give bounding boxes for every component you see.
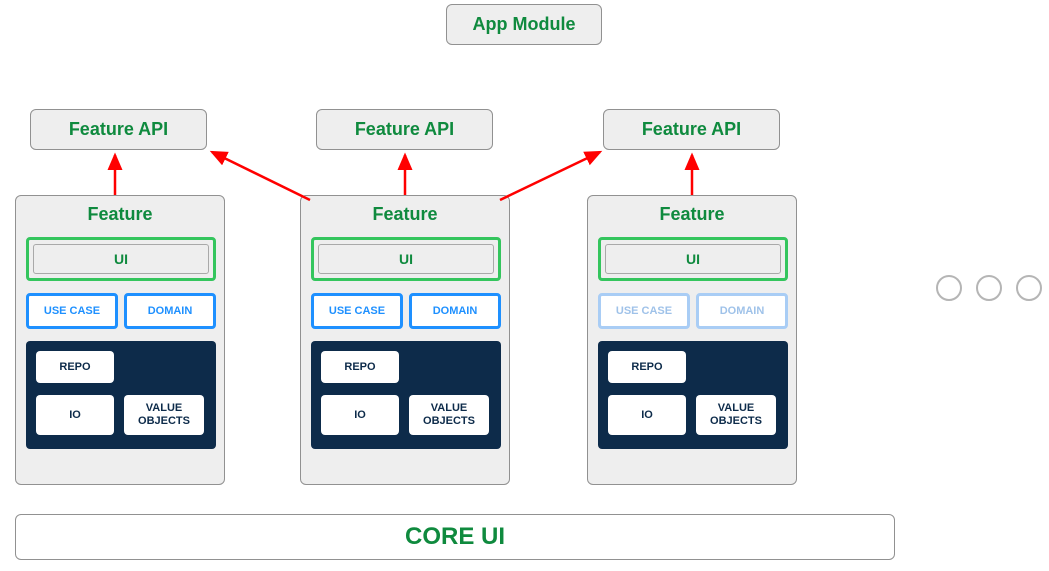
use-case-chip-3: USE CASE <box>598 293 690 329</box>
ui-label-1: UI <box>33 244 209 274</box>
vo-text-2: VALUE OBJECTS <box>423 402 475 427</box>
core-ui-label: CORE UI <box>405 523 505 551</box>
feature-api-label-1: Feature API <box>69 119 168 140</box>
vo-text-1: VALUE OBJECTS <box>138 402 190 427</box>
use-case-chip-2: USE CASE <box>311 293 403 329</box>
app-module-box: App Module <box>446 4 602 45</box>
mid-row-1: USE CASE DOMAIN <box>26 293 216 329</box>
ellipsis-dot-2 <box>976 275 1002 301</box>
feature-title-3: Feature <box>588 204 796 225</box>
domain-chip-3: DOMAIN <box>696 293 788 329</box>
feature-block-1: Feature UI USE CASE DOMAIN REPO IO VALUE… <box>15 195 225 485</box>
feature-api-box-3: Feature API <box>603 109 780 150</box>
data-layer-1: REPO IO VALUE OBJECTS <box>26 341 216 449</box>
ui-label-3: UI <box>605 244 781 274</box>
ui-layer-2: UI <box>311 237 501 281</box>
app-module-label: App Module <box>473 14 576 35</box>
ui-layer-1: UI <box>26 237 216 281</box>
value-objects-chip-3: VALUE OBJECTS <box>696 395 776 435</box>
value-objects-chip-2: VALUE OBJECTS <box>409 395 489 435</box>
domain-chip-2: DOMAIN <box>409 293 501 329</box>
core-ui-box: CORE UI <box>15 514 895 560</box>
mid-row-2: USE CASE DOMAIN <box>311 293 501 329</box>
repo-chip-1: REPO <box>36 351 114 383</box>
feature-block-2: Feature UI USE CASE DOMAIN REPO IO VALUE… <box>300 195 510 485</box>
ui-label-2: UI <box>318 244 494 274</box>
data-layer-3: REPO IO VALUE OBJECTS <box>598 341 788 449</box>
data-layer-2: REPO IO VALUE OBJECTS <box>311 341 501 449</box>
ellipsis-dot-1 <box>936 275 962 301</box>
feature-title-1: Feature <box>16 204 224 225</box>
feature-api-box-1: Feature API <box>30 109 207 150</box>
feature-api-label-2: Feature API <box>355 119 454 140</box>
use-case-chip-1: USE CASE <box>26 293 118 329</box>
domain-chip-1: DOMAIN <box>124 293 216 329</box>
io-chip-1: IO <box>36 395 114 435</box>
io-chip-3: IO <box>608 395 686 435</box>
ui-layer-3: UI <box>598 237 788 281</box>
feature-api-label-3: Feature API <box>642 119 741 140</box>
feature-api-box-2: Feature API <box>316 109 493 150</box>
io-chip-2: IO <box>321 395 399 435</box>
repo-chip-3: REPO <box>608 351 686 383</box>
feature-block-3: Feature UI USE CASE DOMAIN REPO IO VALUE… <box>587 195 797 485</box>
repo-chip-2: REPO <box>321 351 399 383</box>
value-objects-chip-1: VALUE OBJECTS <box>124 395 204 435</box>
feature-title-2: Feature <box>301 204 509 225</box>
ellipsis-dot-3 <box>1016 275 1042 301</box>
vo-text-3: VALUE OBJECTS <box>710 402 762 427</box>
mid-row-3: USE CASE DOMAIN <box>598 293 788 329</box>
